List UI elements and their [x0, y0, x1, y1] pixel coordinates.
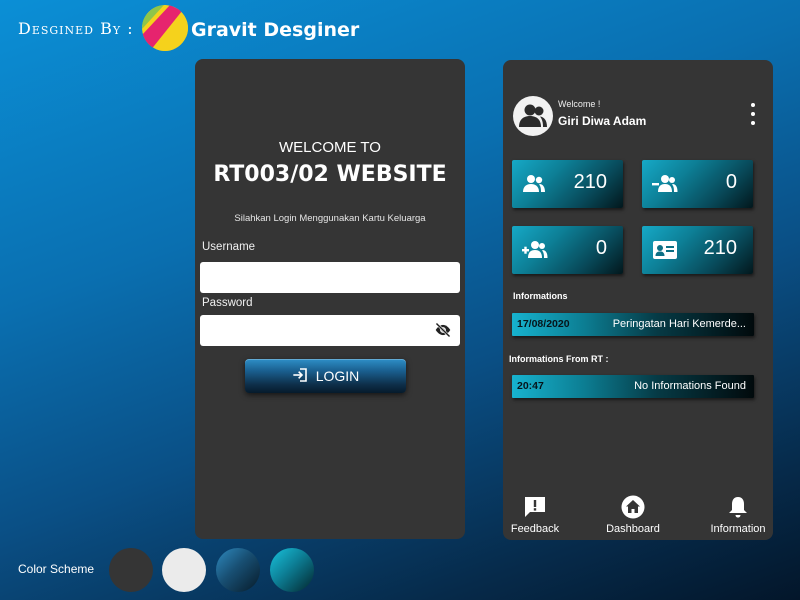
nav-feedback[interactable]: Feedback [495, 495, 575, 535]
rt-information-message: No Informations Found [634, 380, 746, 392]
stat-value: 0 [725, 171, 737, 193]
dashboard-panel: Welcome ! Giri Diwa Adam 210 0 0 210 Inf… [503, 60, 773, 540]
nav-information[interactable]: Information [698, 495, 778, 535]
more-options-icon[interactable] [749, 103, 757, 125]
password-label: Password [202, 297, 253, 309]
nav-dashboard-label: Dashboard [606, 523, 660, 535]
color-swatch-blue-gradient [216, 548, 260, 592]
stat-value: 0 [595, 237, 607, 259]
feedback-icon [523, 495, 547, 519]
informations-heading: Informations [513, 291, 568, 301]
stat-value: 210 [573, 171, 607, 193]
users-icon [522, 173, 546, 195]
rt-information-time: 20:47 [517, 380, 544, 392]
login-button[interactable]: LOGIN [245, 359, 406, 393]
welcome-text: Welcome ! [558, 99, 601, 109]
designer-credit: Desgined By : [18, 5, 188, 51]
rt-information-row[interactable]: 20:47 No Informations Found [512, 375, 754, 398]
brand-name: Gravit Desginer [191, 19, 360, 41]
nav-information-label: Information [710, 523, 766, 535]
color-swatch-dark-gray [109, 548, 153, 592]
welcome-heading: WELCOME TO [279, 139, 381, 156]
information-message: Peringatan Hari Kemerde... [612, 318, 746, 330]
remove-user-icon [652, 173, 678, 195]
gravit-logo-icon [141, 5, 188, 51]
stat-card-residents[interactable]: 210 [512, 160, 623, 208]
bell-icon [726, 495, 750, 519]
information-date: 17/08/2020 [517, 318, 570, 330]
color-swatch-teal-gradient [270, 548, 314, 592]
stat-card-removed[interactable]: 0 [642, 160, 753, 208]
user-avatar-icon[interactable] [513, 96, 553, 136]
username-label: Username [202, 241, 256, 253]
username-input[interactable] [200, 262, 460, 293]
password-input[interactable] [200, 315, 460, 346]
login-instruction: Silahkan Login Menggunakan Kartu Keluarg… [234, 213, 426, 224]
designed-by-label: Desgined By : [18, 18, 134, 38]
login-panel: WELCOME TO RT003/02 WEBSITE Silahkan Log… [195, 59, 465, 539]
nav-dashboard[interactable]: Dashboard [593, 495, 673, 535]
color-scheme-label: Color Scheme [18, 562, 95, 576]
add-user-icon [522, 239, 548, 261]
color-swatch-light-gray [162, 548, 206, 592]
rt-informations-heading: Informations From RT : [509, 354, 609, 364]
information-row[interactable]: 17/08/2020 Peringatan Hari Kemerde... [512, 313, 754, 336]
login-icon [292, 367, 308, 386]
home-icon [621, 495, 645, 519]
toggle-password-visibility-icon[interactable] [434, 322, 452, 338]
nav-feedback-label: Feedback [510, 523, 560, 535]
user-name: Giri Diwa Adam [558, 114, 647, 128]
stat-card-family-cards[interactable]: 210 [642, 226, 753, 274]
login-button-label: LOGIN [315, 368, 360, 384]
stat-card-added[interactable]: 0 [512, 226, 623, 274]
site-title: RT003/02 WEBSITE [213, 162, 447, 187]
id-card-icon [652, 239, 677, 261]
stat-value: 210 [703, 237, 737, 259]
